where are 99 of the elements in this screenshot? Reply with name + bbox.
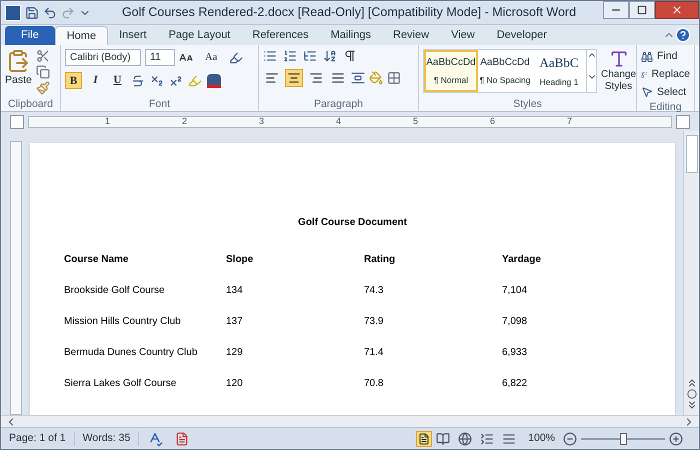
align-button[interactable]: [285, 69, 303, 87]
ruler-number: 5: [413, 117, 420, 126]
copy-icon[interactable]: [36, 65, 50, 79]
editing-button[interactable]: Select: [641, 84, 690, 100]
close-button[interactable]: [655, 1, 699, 19]
document-title: Golf Course Document: [297, 216, 408, 230]
column-header: Course Name: [64, 253, 130, 267]
zoom-level[interactable]: 100%: [528, 430, 555, 446]
page-count[interactable]: Page: 1 of 1: [1, 430, 75, 446]
horizontal-ruler[interactable]: 1 2 3 4 5 6 7: [28, 116, 672, 128]
undo-icon[interactable]: [43, 6, 57, 20]
clipboard-icon: [6, 49, 30, 73]
ruler-number: 7: [567, 117, 574, 126]
table-cell-text: 73.9: [364, 315, 384, 329]
table-cell-text: 120: [226, 377, 244, 391]
sort-icon[interactable]: [323, 49, 337, 63]
style-item[interactable]: AaBbCcDd ¶ Normal: [424, 50, 478, 92]
reading-view-icon[interactable]: [436, 432, 450, 446]
editing-button[interactable]: Find: [641, 49, 690, 65]
web-layout-icon[interactable]: [458, 432, 472, 446]
browse-object-icon[interactable]: [686, 389, 696, 399]
table-cell-text: 70.8: [364, 377, 384, 391]
ribbon-tab[interactable]: References: [241, 26, 320, 45]
pilcrow-icon[interactable]: [343, 49, 357, 63]
table-cell-text: Brookside Golf Course: [64, 284, 166, 298]
scroll-thumb: [686, 135, 698, 173]
zoom-out-icon[interactable]: [563, 432, 577, 446]
change-styles-button[interactable]: Change Styles: [601, 49, 636, 93]
font-size-field[interactable]: 11: [145, 49, 175, 66]
zoom-in-icon[interactable]: [669, 432, 683, 446]
table-cell-text: 74.3: [364, 284, 384, 298]
draft-icon[interactable]: [502, 432, 516, 446]
print-layout-icon: [418, 432, 430, 444]
table-cell-text: Sierra Lakes Golf Course: [64, 377, 178, 391]
group-label: Clipboard: [7, 97, 54, 111]
cut-icon[interactable]: [36, 49, 50, 63]
ruler-number: 1: [105, 117, 112, 126]
subscript-icon[interactable]: [150, 74, 164, 88]
table-cell-text: 129: [226, 346, 244, 360]
table-cell-text: Bermuda Dunes Country Club: [64, 346, 198, 360]
style-item[interactable]: AaBbC Heading 1: [532, 50, 586, 92]
group-label: Paragraph: [312, 97, 364, 111]
table-cell-text: 6,822: [502, 377, 528, 391]
column-header: Slope: [226, 253, 254, 267]
outline-icon[interactable]: [480, 432, 494, 446]
ribbon-tab[interactable]: Developer: [486, 26, 558, 45]
table-cell-text: 7,104: [502, 284, 528, 298]
ribbon-tab[interactable]: Review: [382, 26, 440, 45]
column-header: Rating: [364, 253, 396, 267]
change-case-button[interactable]: Aa: [205, 50, 218, 66]
table-cell-text: 6,933: [502, 346, 528, 360]
change-styles-icon: [608, 49, 629, 69]
file-tab[interactable]: File: [5, 26, 55, 45]
ribbon-tab[interactable]: Page Layout: [158, 26, 242, 45]
table-cell-text: 71.4: [364, 346, 384, 360]
ribbon-tab[interactable]: Mailings: [320, 26, 382, 45]
table-cell-text: 137: [226, 315, 244, 329]
ruler-number: 2: [182, 117, 188, 126]
group-label: Editing: [648, 100, 683, 114]
maximize-button[interactable]: [629, 1, 655, 19]
numbering-icon[interactable]: [283, 49, 297, 63]
style-item[interactable]: AaBbCcDd ¶ No Spacing: [478, 50, 532, 92]
maximize-icon: [637, 5, 647, 15]
paste-button[interactable]: Paste: [5, 49, 32, 95]
borders-icon[interactable]: [387, 71, 401, 85]
table-cell-text: 7,098: [502, 315, 528, 329]
help-icon[interactable]: [675, 27, 691, 43]
editing-button[interactable]: Replace: [641, 66, 690, 82]
format-painter-icon[interactable]: [36, 81, 50, 95]
superscript-icon[interactable]: [169, 74, 183, 88]
font-name-field[interactable]: Calibri (Body): [65, 49, 141, 66]
bullets-icon[interactable]: [263, 49, 277, 63]
strikethrough-icon[interactable]: [131, 74, 145, 88]
line-spacing-icon[interactable]: [351, 71, 365, 85]
vertical-scrollbar[interactable]: [683, 131, 699, 415]
group-label: Font: [148, 97, 171, 111]
column-header: Yardage: [502, 253, 542, 267]
ribbon-tab[interactable]: Insert: [108, 26, 158, 45]
format-button[interactable]: B: [65, 72, 82, 89]
ruler-number: 3: [259, 117, 266, 126]
ruler-number: 6: [490, 117, 496, 126]
save-icon[interactable]: [25, 6, 39, 20]
multilevel-list-icon[interactable]: [303, 49, 317, 63]
ribbon-tab[interactable]: View: [440, 26, 486, 45]
group-label: Styles: [512, 97, 543, 111]
zoom-slider[interactable]: [581, 432, 665, 444]
window-title: Golf Courses Rendered-2.docx [Read-Only] [Compatibility Mode] - Microsoft Word: [120, 4, 578, 22]
print-layout-button[interactable]: [416, 430, 432, 446]
ruler-number: 4: [336, 117, 342, 126]
tab-selector[interactable]: [10, 114, 24, 128]
table-cell-text: Mission Hills Country Club: [64, 315, 182, 329]
format-button[interactable]: U: [109, 72, 126, 89]
format-button[interactable]: I: [87, 72, 104, 89]
clear-format-icon[interactable]: [229, 50, 244, 64]
close-icon: [671, 4, 683, 16]
horizontal-scrollbar[interactable]: [1, 415, 699, 427]
ribbon-tab[interactable]: Home: [54, 26, 108, 45]
table-cell-text: 134: [226, 284, 244, 298]
word-count[interactable]: Words: 35: [74, 430, 140, 446]
